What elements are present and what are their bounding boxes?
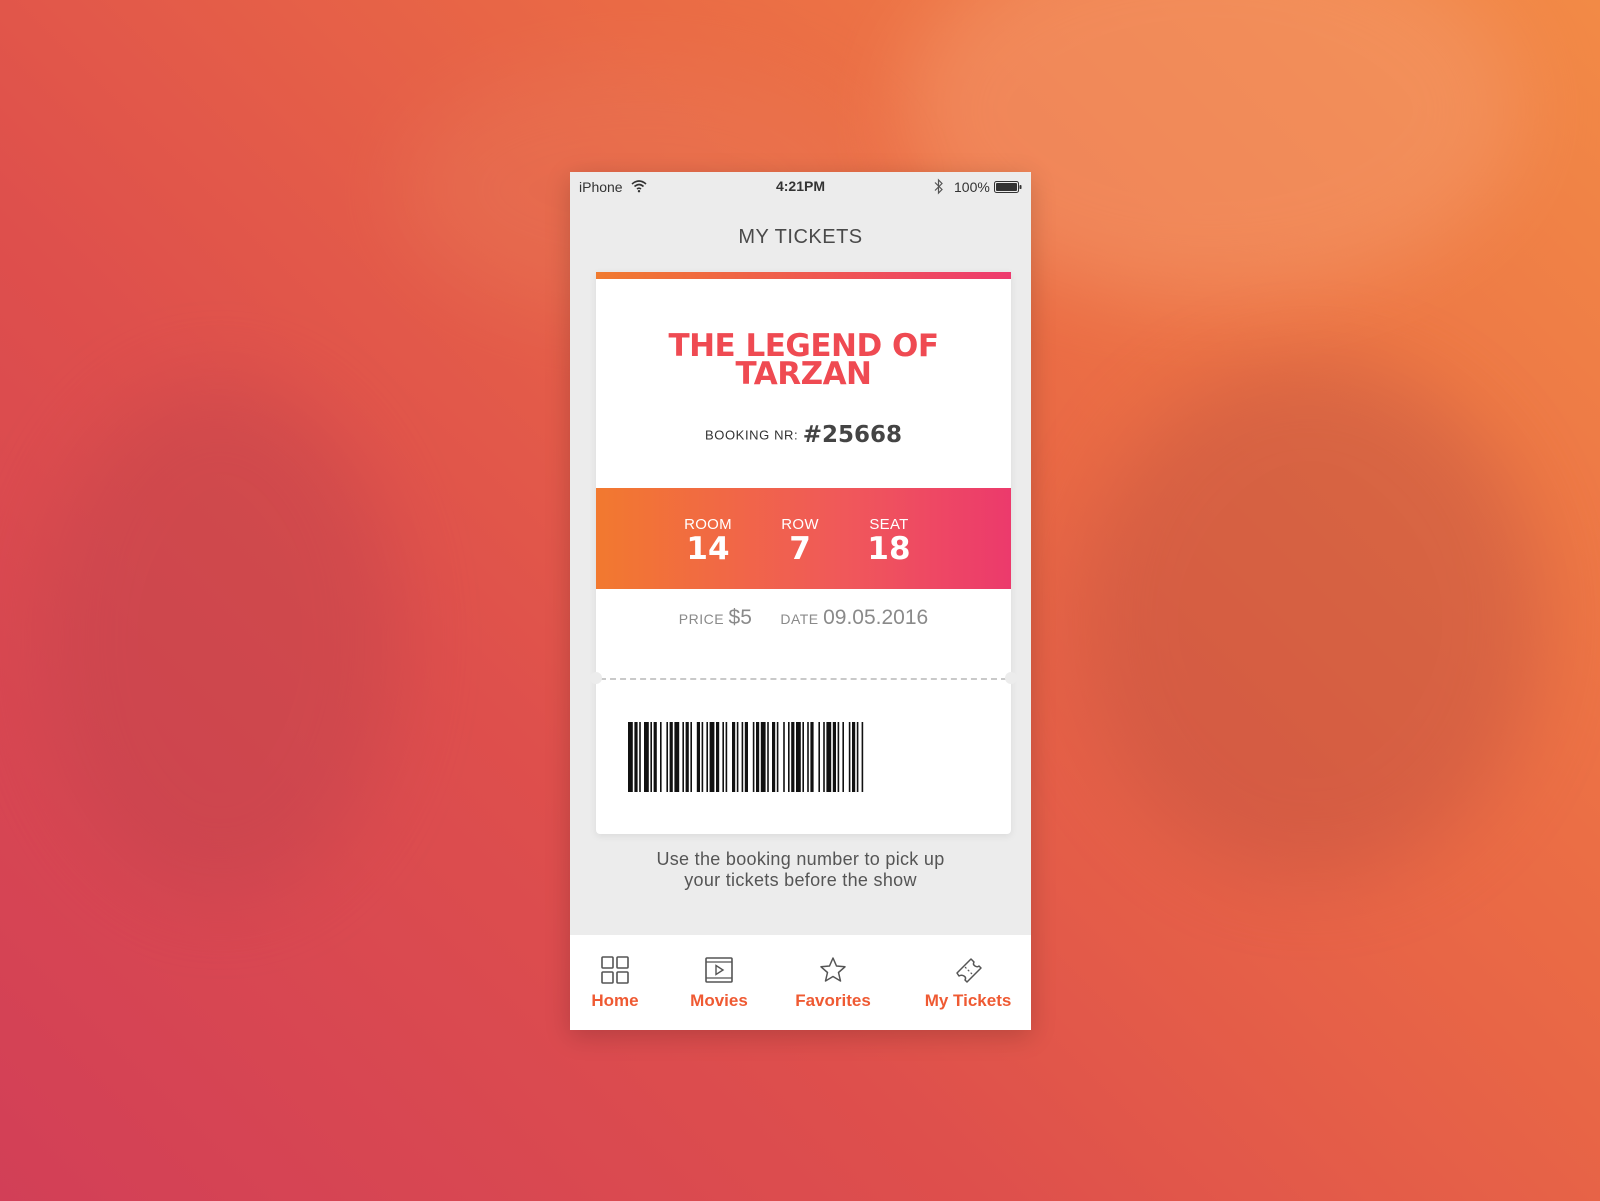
- barcode-bar: [767, 722, 769, 792]
- ticket-accent-bar: [596, 272, 1011, 279]
- ticket-tear-line: [600, 678, 1007, 680]
- room-info: ROOM 14: [668, 516, 748, 565]
- barcode-bar: [796, 722, 801, 792]
- barcode-bar: [744, 722, 748, 792]
- tab-label: Favorites: [795, 991, 871, 1010]
- row-info: ROW 7: [760, 516, 840, 565]
- price-date-row: PRICE $5 DATE 09.05.2016: [596, 606, 1011, 630]
- barcode-bar: [709, 722, 715, 792]
- barcode-bar: [716, 722, 720, 792]
- booking-number: #25668: [802, 422, 903, 448]
- barcode-bar: [856, 722, 859, 792]
- barcode-bar: [807, 722, 809, 792]
- barcode-bar: [791, 722, 795, 792]
- barcode-bar: [722, 722, 724, 792]
- row-value: 7: [789, 531, 811, 567]
- price-value: $5: [728, 606, 752, 629]
- barcode-bar: [802, 722, 804, 792]
- barcode-bar: [732, 722, 736, 792]
- barcode-bar: [696, 722, 700, 792]
- movie-title: THE LEGEND OF TARZAN: [596, 331, 1011, 392]
- seat-info: SEAT 18: [849, 516, 929, 565]
- barcode-bar: [783, 722, 785, 792]
- tab-bar: Home Movies Favorites My Tickets: [570, 935, 1031, 1030]
- barcode-bar: [736, 722, 739, 792]
- barcode-bar: [666, 722, 668, 792]
- room-value: 14: [686, 531, 730, 567]
- barcode-bar: [837, 722, 840, 792]
- page-title: MY TICKETS: [738, 226, 863, 248]
- barcode-graphic: [628, 722, 864, 792]
- barcode-bar: [644, 722, 649, 792]
- tab-my-tickets[interactable]: My Tickets: [916, 955, 1020, 1017]
- barcode-bar: [760, 722, 766, 792]
- help-text-line: Use the booking number to pick up: [656, 849, 945, 869]
- seat-info-band: ROOM 14 ROW 7 SEAT 18: [596, 488, 1011, 589]
- battery-icon: [994, 181, 1022, 193]
- status-bar: iPhone 4:21PM 100%: [570, 172, 1031, 202]
- tab-label: Home: [591, 991, 639, 1010]
- phone-screen: iPhone 4:21PM 100% MY TICKETS THE LEGEND…: [570, 172, 1031, 1030]
- background-shape: [1080, 360, 1540, 880]
- background-shape: [40, 380, 400, 900]
- barcode-bar: [634, 722, 638, 792]
- barcode-bar: [848, 722, 851, 792]
- movie-title-line: TARZAN: [735, 356, 872, 392]
- tab-home[interactable]: Home: [582, 955, 648, 1017]
- barcode-bar: [660, 722, 662, 792]
- barcode-bar: [741, 722, 744, 792]
- barcode-bar: [674, 722, 680, 792]
- booking-label: BOOKING NR:: [704, 427, 799, 443]
- barcode-bar: [842, 722, 844, 792]
- barcode-bar: [701, 722, 704, 792]
- price-label: PRICE: [678, 611, 725, 627]
- ticket-notch: [590, 672, 602, 684]
- barcode-bar: [639, 722, 641, 792]
- barcode-bar: [752, 722, 755, 792]
- barcode-bar: [810, 722, 814, 792]
- help-text: Use the booking number to pick up your t…: [570, 849, 1031, 891]
- tab-label: My Tickets: [924, 991, 1012, 1010]
- battery-percentage: 100%: [954, 179, 990, 195]
- barcode-bar: [706, 722, 708, 792]
- barcode-bar: [653, 722, 657, 792]
- barcode-bar: [861, 722, 864, 792]
- barcode-bar: [690, 722, 692, 792]
- seat-value: 18: [867, 531, 911, 567]
- help-text-line: your tickets before the show: [684, 870, 917, 890]
- tab-favorites[interactable]: Favorites: [788, 955, 878, 1017]
- barcode-bar: [776, 722, 779, 792]
- ticket-icon: [956, 958, 982, 983]
- date-label: DATE: [780, 611, 819, 627]
- barcode-bar: [772, 722, 776, 792]
- tab-label: Movies: [690, 991, 748, 1010]
- barcode-bar: [682, 722, 684, 792]
- grid-icon: [601, 956, 629, 984]
- barcode-bar: [628, 722, 633, 792]
- barcode-bar: [669, 722, 673, 792]
- booking-number-row: BOOKING NR: #25668: [596, 422, 1011, 448]
- barcode-bar: [788, 722, 790, 792]
- ticket-notch: [1005, 672, 1017, 684]
- ticket-card: THE LEGEND OF TARZAN BOOKING NR: #25668 …: [590, 272, 1017, 834]
- barcode-bar: [852, 722, 856, 792]
- star-icon: [820, 957, 846, 982]
- date-value: 09.05.2016: [823, 606, 929, 629]
- barcode-bar: [756, 722, 760, 792]
- bluetooth-icon: [934, 178, 943, 195]
- barcode-bar: [823, 722, 825, 792]
- barcode-bar: [832, 722, 836, 792]
- tab-movies[interactable]: Movies: [684, 955, 754, 1017]
- barcode-bar: [650, 722, 652, 792]
- barcode-bar: [826, 722, 832, 792]
- barcode-bar: [725, 722, 728, 792]
- barcode: [628, 722, 979, 792]
- film-icon: [705, 957, 733, 983]
- barcode-bar: [685, 722, 689, 792]
- barcode-bar: [818, 722, 820, 792]
